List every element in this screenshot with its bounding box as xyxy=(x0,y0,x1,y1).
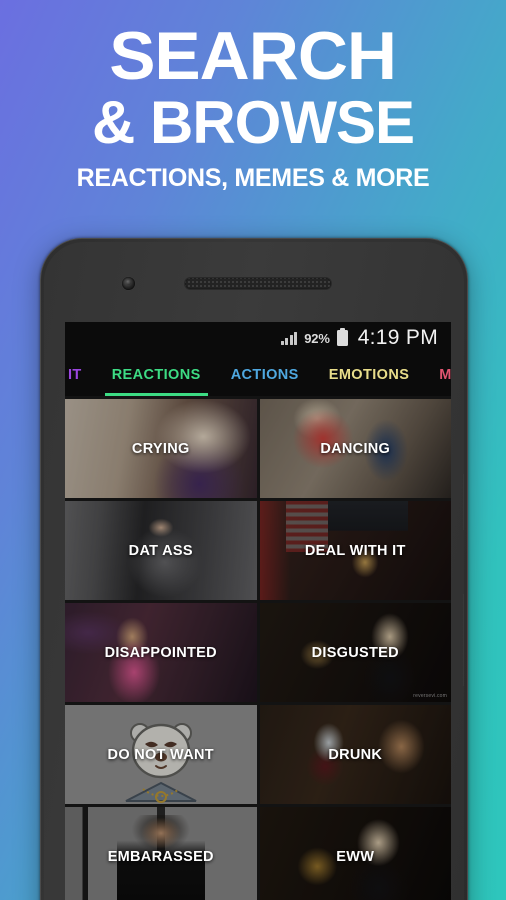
active-tab-indicator xyxy=(105,393,208,396)
grid-cell[interactable]: DANCING xyxy=(259,399,451,498)
phone-screen: 92% 4:19 PM IT REACTIONS ACTIONS EMOTION… xyxy=(65,322,451,900)
tab-actions[interactable]: ACTIONS xyxy=(216,367,314,383)
promo-subheadline: REACTIONS, MEMES & MORE xyxy=(76,164,430,193)
tab-memes[interactable]: ME xyxy=(424,367,451,383)
grid-cell[interactable]: DISGUSTED reversevi.com xyxy=(259,603,451,702)
grid-cell[interactable]: EMBARASSED xyxy=(65,807,257,900)
grid-cell-label: DO NOT WANT xyxy=(107,746,214,763)
category-grid: CRYING DANCING DAT ASS DEAL WITH IT DISAPPOI… xyxy=(65,396,451,900)
signal-bars-icon xyxy=(280,331,298,345)
grid-cell[interactable]: CRYING xyxy=(65,399,257,498)
grid-cell-label: EWW xyxy=(336,848,375,865)
grid-cell-label: DISGUSTED xyxy=(311,644,399,661)
tab-reactions[interactable]: REACTIONS xyxy=(97,367,216,383)
grid-cell[interactable]: DAT ASS xyxy=(65,501,257,600)
volume-rocker-button[interactable] xyxy=(462,474,464,530)
promo-headline-line1: SEARCH xyxy=(109,18,398,94)
battery-full-icon xyxy=(336,327,348,346)
promo-headline-line2: & BROWSE xyxy=(92,89,415,157)
grid-cell-label: DAT ASS xyxy=(128,542,193,559)
grid-cell-label: EMBARASSED xyxy=(107,848,214,865)
status-clock: 4:19 PM xyxy=(357,326,438,349)
phone-bezel: 92% 4:19 PM IT REACTIONS ACTIONS EMOTION… xyxy=(44,242,464,900)
promo-banner: SEARCH & BROWSE REACTIONS, MEMES & MORE xyxy=(0,0,506,240)
grid-cell[interactable]: DRUNK xyxy=(259,705,451,804)
grid-cell[interactable]: DO NOT WANT xyxy=(65,705,257,804)
grid-cell-watermark: reversevi.com xyxy=(413,693,447,699)
grid-cell[interactable]: DEAL WITH IT xyxy=(259,501,451,600)
grid-cell-label: DRUNK xyxy=(328,746,383,763)
power-button[interactable] xyxy=(462,594,464,686)
phone-mockup: 92% 4:19 PM IT REACTIONS ACTIONS EMOTION… xyxy=(40,238,468,900)
grid-cell-label: DANCING xyxy=(320,440,391,457)
earpiece-speaker-icon xyxy=(184,277,332,290)
grid-cell-label: CRYING xyxy=(131,440,190,457)
front-camera-icon xyxy=(122,277,135,290)
tab-emotions[interactable]: EMOTIONS xyxy=(314,367,425,383)
grid-cell-label: DISAPPOINTED xyxy=(104,644,217,661)
grid-cell[interactable]: EWW xyxy=(259,807,451,900)
status-bar: 92% 4:19 PM xyxy=(65,322,451,354)
grid-cell-label: DEAL WITH IT xyxy=(304,542,406,559)
category-tab-bar[interactable]: IT REACTIONS ACTIONS EMOTIONS ME xyxy=(65,354,451,396)
battery-percent-label: 92% xyxy=(304,330,330,346)
grid-cell[interactable]: DISAPPOINTED xyxy=(65,603,257,702)
tab-it[interactable]: IT xyxy=(65,367,97,383)
